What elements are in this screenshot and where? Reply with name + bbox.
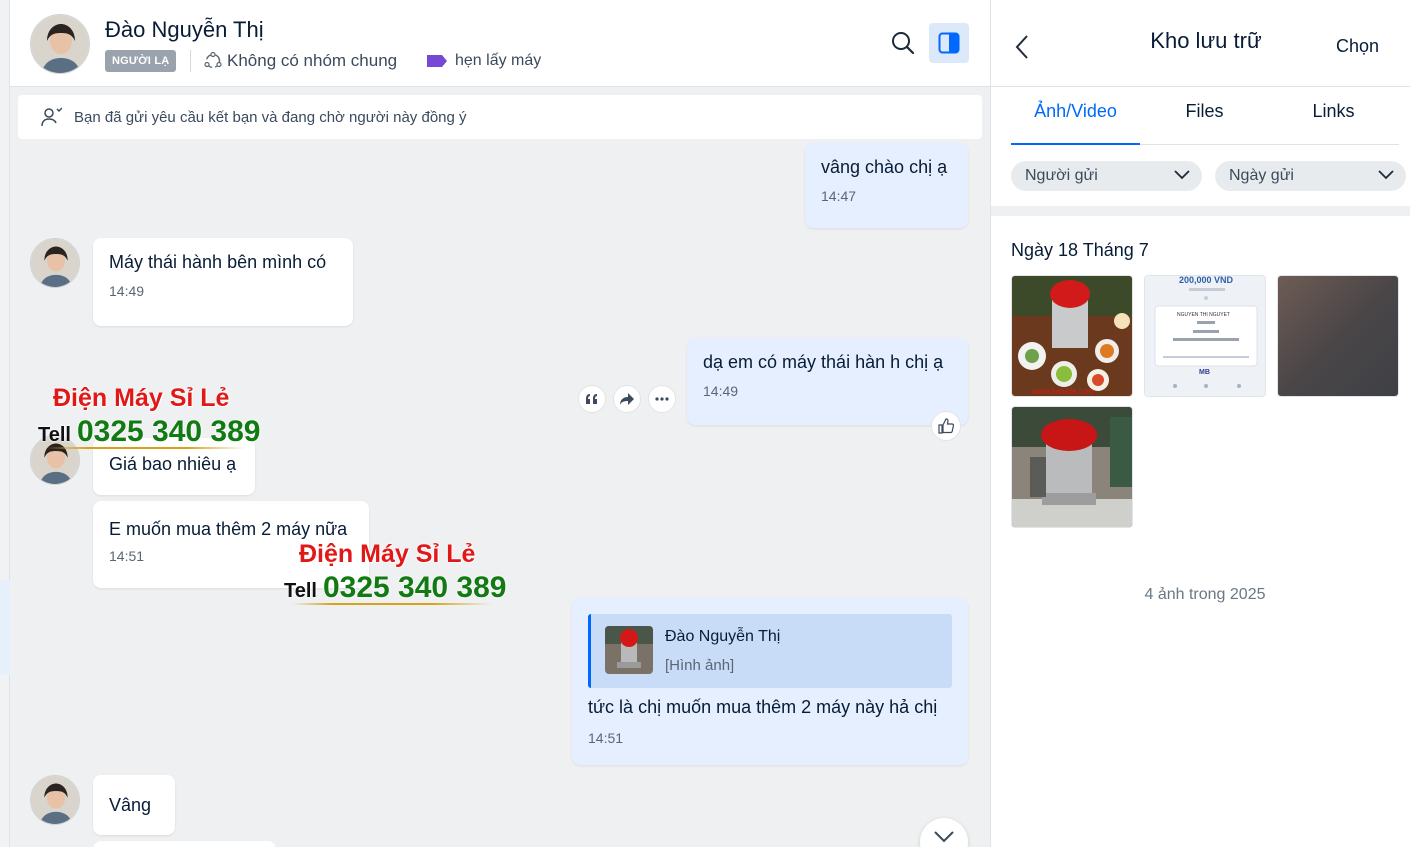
message-bubble-sent[interactable]: vâng chào chị ạ 14:47: [805, 143, 968, 228]
message-text: Máy thái hành bên mình có: [109, 252, 327, 272]
common-group-info[interactable]: Không có nhóm chung: [203, 51, 397, 71]
tab-files[interactable]: Files: [1140, 88, 1269, 144]
media-tabs: Ảnh/Video Files Links: [1011, 88, 1399, 145]
reply-quote[interactable]: Đào Nguyễn Thị [Hình ảnh]: [588, 614, 952, 688]
conversation-tag[interactable]: hẹn lấy máy: [427, 52, 541, 70]
contact-avatar[interactable]: [30, 14, 90, 74]
message-bubble-received[interactable]: [93, 841, 276, 847]
choose-button[interactable]: Chọn: [1336, 36, 1379, 57]
like-icon: [938, 418, 954, 434]
stranger-badge: NGƯỜI LẠ: [105, 50, 177, 72]
message-text: Vâng: [109, 795, 152, 815]
search-icon: [892, 32, 915, 55]
media-thumbnail[interactable]: [1011, 406, 1133, 528]
sender-avatar[interactable]: [30, 238, 80, 288]
header-divider: [190, 50, 191, 72]
message-text: tức là chị muốn mua thêm 2 máy này hả ch…: [588, 697, 938, 717]
receipt-amount: 200,000 VND: [1179, 276, 1234, 285]
message-text: dạ em có máy thái hàn h chị ạ: [703, 352, 944, 372]
message-bubble-received[interactable]: Máy thái hành bên mình có 14:49: [93, 238, 353, 326]
tab-links[interactable]: Links: [1269, 88, 1398, 144]
message-text: Giá bao nhiêu ạ: [109, 454, 237, 474]
forward-button[interactable]: [613, 385, 641, 413]
receipt-bank: MB: [1199, 369, 1210, 376]
message-bubble-sent[interactable]: dạ em có máy thái hàn h chị ạ 14:49: [687, 338, 968, 425]
receipt-name: NGUYEN THI NGUYET: [1177, 312, 1230, 318]
watermark-shop-name: Điện Máy Sỉ Lẻ: [53, 384, 230, 412]
more-button[interactable]: [648, 385, 676, 413]
watermark-underline: [292, 603, 492, 605]
left-sidebar-strip: [0, 0, 10, 847]
panel-header: Kho lưu trữ Chọn: [991, 0, 1410, 87]
quoted-image: [605, 626, 653, 674]
forward-icon: [620, 393, 634, 405]
chat-area: Đào Nguyễn Thị NGƯỜI LẠ Không có nhóm ch…: [10, 0, 990, 847]
sender-filter-label: Người gửi: [1025, 167, 1098, 184]
chevron-down-icon: [934, 831, 954, 843]
chat-header: Đào Nguyễn Thị NGƯỜI LẠ Không có nhóm ch…: [10, 0, 990, 87]
more-icon: [655, 397, 669, 401]
toggle-panel-button[interactable]: [929, 23, 969, 63]
message-time: 14:51: [109, 548, 145, 564]
media-count: 4 ảnh trong 2025: [1144, 586, 1266, 603]
add-friend-icon: [41, 107, 62, 127]
contact-name[interactable]: Đào Nguyễn Thị: [105, 17, 264, 43]
message-bubble-received[interactable]: Giá bao nhiêu ạ: [93, 438, 255, 495]
tag-icon: [427, 55, 447, 67]
quoted-preview: [Hình ảnh]: [665, 657, 735, 674]
message-time: 14:49: [703, 383, 739, 399]
media-thumbnail[interactable]: [1277, 275, 1399, 397]
message-bubble-received[interactable]: E muốn mua thêm 2 máy nữa 14:51: [93, 501, 369, 588]
sender-avatar[interactable]: [30, 775, 80, 825]
common-group-label: Không có nhóm chung: [227, 51, 398, 70]
quote-icon: [586, 394, 597, 404]
sender-avatar[interactable]: [30, 435, 80, 485]
like-button[interactable]: [931, 411, 961, 441]
friend-request-text: Bạn đã gửi yêu cầu kết bạn và đang chờ n…: [74, 108, 467, 126]
quoted-sender: Đào Nguyễn Thị: [665, 628, 781, 645]
panel-toggle-icon: [938, 32, 960, 54]
message-time: 14:51: [588, 730, 624, 746]
sender-filter-dropdown[interactable]: Người gửi: [1011, 161, 1202, 191]
chevron-down-icon: [1378, 170, 1394, 180]
message-bubble-received[interactable]: Vâng: [93, 775, 175, 835]
quote-button[interactable]: [578, 385, 606, 413]
tab-photos-videos[interactable]: Ảnh/Video: [1011, 88, 1140, 145]
media-thumbnail[interactable]: www.bansile.com: [1011, 275, 1133, 397]
date-filter-label: Ngày gửi: [1229, 167, 1294, 184]
friend-request-banner: Bạn đã gửi yêu cầu kết bạn và đang chờ n…: [18, 95, 982, 139]
date-group-heading: Ngày 18 Tháng 7: [1011, 240, 1149, 260]
storage-panel: Kho lưu trữ Chọn Ảnh/Video Files Links N…: [990, 0, 1410, 847]
thumb-watermark-text: www.bansile.com: [1031, 387, 1094, 396]
panel-divider: [991, 206, 1410, 216]
message-text: vâng chào chị ạ: [821, 157, 948, 177]
media-thumbnail[interactable]: 200,000 VND NGUYEN THI NGUYET MB: [1144, 275, 1266, 397]
active-conversation-highlight: [0, 580, 10, 675]
search-button[interactable]: [890, 30, 916, 56]
chevron-down-icon: [1174, 170, 1190, 180]
message-text: E muốn mua thêm 2 máy nữa: [109, 519, 348, 539]
date-filter-dropdown[interactable]: Ngày gửi: [1215, 161, 1406, 191]
message-time: 14:47: [821, 188, 857, 204]
message-time: 14:49: [109, 283, 145, 299]
group-icon: [204, 51, 222, 69]
scroll-to-bottom-button[interactable]: [920, 818, 968, 847]
tag-label: hẹn lấy máy: [455, 52, 542, 69]
message-bubble-sent-reply[interactable]: Đào Nguyễn Thị [Hình ảnh] tức là chị muố…: [572, 598, 968, 765]
